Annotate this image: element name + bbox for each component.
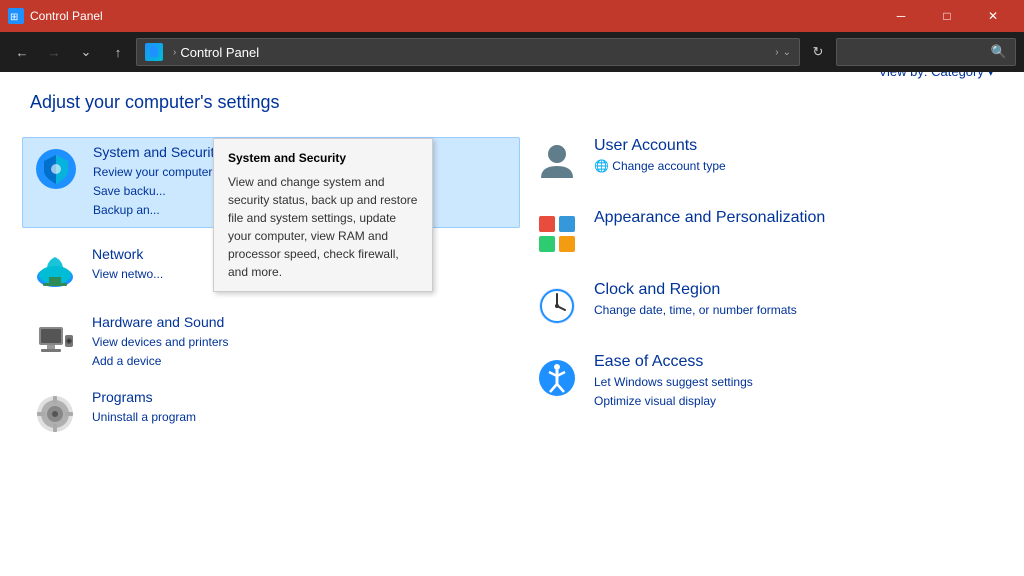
right-column: User Accounts 🌐 Change account type Appe… xyxy=(512,137,994,457)
ease-access-link-2[interactable]: Optimize visual display xyxy=(594,392,994,411)
refresh-button[interactable]: ↻ xyxy=(804,38,832,66)
address-chevron: › xyxy=(173,47,176,58)
user-accounts-icon xyxy=(532,137,582,187)
svg-text:⊞: ⊞ xyxy=(10,12,18,23)
clock-region-content: Clock and Region Change date, time, or n… xyxy=(594,281,994,320)
category-programs: Programs Uninstall a program xyxy=(30,389,512,439)
ease-access-icon xyxy=(532,353,582,403)
programs-title[interactable]: Programs xyxy=(92,389,512,405)
titlebar-controls: ─ □ ✕ xyxy=(878,0,1016,32)
category-system-security: System and Security Review your computer… xyxy=(22,137,520,228)
titlebar-title: Control Panel xyxy=(30,9,878,23)
address-chevron2: › xyxy=(775,47,778,58)
search-box[interactable]: 🔍 xyxy=(836,38,1016,66)
address-bar[interactable]: › Control Panel › ⌄ xyxy=(136,38,800,66)
view-by-value[interactable]: Category ▾ xyxy=(931,72,994,79)
left-column: System and Security Review your computer… xyxy=(30,137,512,457)
hardware-link-2[interactable]: Add a device xyxy=(92,352,512,371)
clock-region-icon xyxy=(532,281,582,331)
category-clock-region: Clock and Region Change date, time, or n… xyxy=(532,281,994,331)
hardware-content: Hardware and Sound View devices and prin… xyxy=(92,314,512,371)
tooltip-body: View and change system and security stat… xyxy=(228,173,418,281)
search-icon[interactable]: 🔍 xyxy=(991,44,1007,60)
addressbar: ← → ⌄ ↑ › Control Panel › ⌄ ↻ 🔍 xyxy=(0,32,1024,72)
programs-link-1[interactable]: Uninstall a program xyxy=(92,408,512,427)
tooltip-title: System and Security xyxy=(228,149,418,167)
address-icon xyxy=(145,43,163,61)
ease-access-content: Ease of Access Let Windows suggest setti… xyxy=(594,353,994,411)
search-input[interactable] xyxy=(845,45,991,60)
ease-access-link-1[interactable]: Let Windows suggest settings xyxy=(594,373,994,392)
minimize-button[interactable]: ─ xyxy=(878,0,924,32)
appearance-content: Appearance and Personalization xyxy=(594,209,994,229)
user-accounts-title[interactable]: User Accounts xyxy=(594,137,994,155)
close-button[interactable]: ✕ xyxy=(970,0,1016,32)
network-icon xyxy=(30,246,80,296)
address-text: Control Panel xyxy=(180,45,771,60)
appearance-title[interactable]: Appearance and Personalization xyxy=(594,209,994,227)
clock-region-title[interactable]: Clock and Region xyxy=(594,281,994,299)
ease-access-title[interactable]: Ease of Access xyxy=(594,353,994,371)
system-security-icon xyxy=(31,144,81,194)
category-ease-access: Ease of Access Let Windows suggest setti… xyxy=(532,353,994,411)
back-button[interactable]: ← xyxy=(8,38,36,66)
maximize-button[interactable]: □ xyxy=(924,0,970,32)
up-button[interactable]: ↑ xyxy=(104,38,132,66)
hardware-title[interactable]: Hardware and Sound xyxy=(92,314,512,330)
hardware-link-1[interactable]: View devices and printers xyxy=(92,333,512,352)
programs-content: Programs Uninstall a program xyxy=(92,389,512,427)
forward-button[interactable]: → xyxy=(40,38,68,66)
user-accounts-content: User Accounts 🌐 Change account type xyxy=(594,137,994,176)
programs-icon xyxy=(30,389,80,439)
categories-container: System and Security Review your computer… xyxy=(30,137,994,457)
system-security-tooltip: System and Security View and change syst… xyxy=(213,138,433,292)
dropdown-button[interactable]: ⌄ xyxy=(72,38,100,66)
titlebar-icon: ⊞ xyxy=(8,8,24,24)
view-by-label: View by: xyxy=(879,72,928,79)
page-title: Adjust your computer's settings xyxy=(30,92,994,113)
address-dropdown-chevron[interactable]: ⌄ xyxy=(783,47,791,58)
clock-region-link-1[interactable]: Change date, time, or number formats xyxy=(594,301,994,320)
titlebar: ⊞ Control Panel ─ □ ✕ xyxy=(0,0,1024,32)
user-accounts-link-1[interactable]: 🌐 Change account type xyxy=(594,157,994,176)
appearance-icon xyxy=(532,209,582,259)
view-by: View by: Category ▾ xyxy=(879,72,994,80)
category-appearance: Appearance and Personalization xyxy=(532,209,994,259)
hardware-icon xyxy=(30,314,80,364)
category-hardware: Hardware and Sound View devices and prin… xyxy=(30,314,512,371)
main-content: View by: Category ▾ Adjust your computer… xyxy=(0,72,1024,576)
category-user-accounts: User Accounts 🌐 Change account type xyxy=(532,137,994,187)
